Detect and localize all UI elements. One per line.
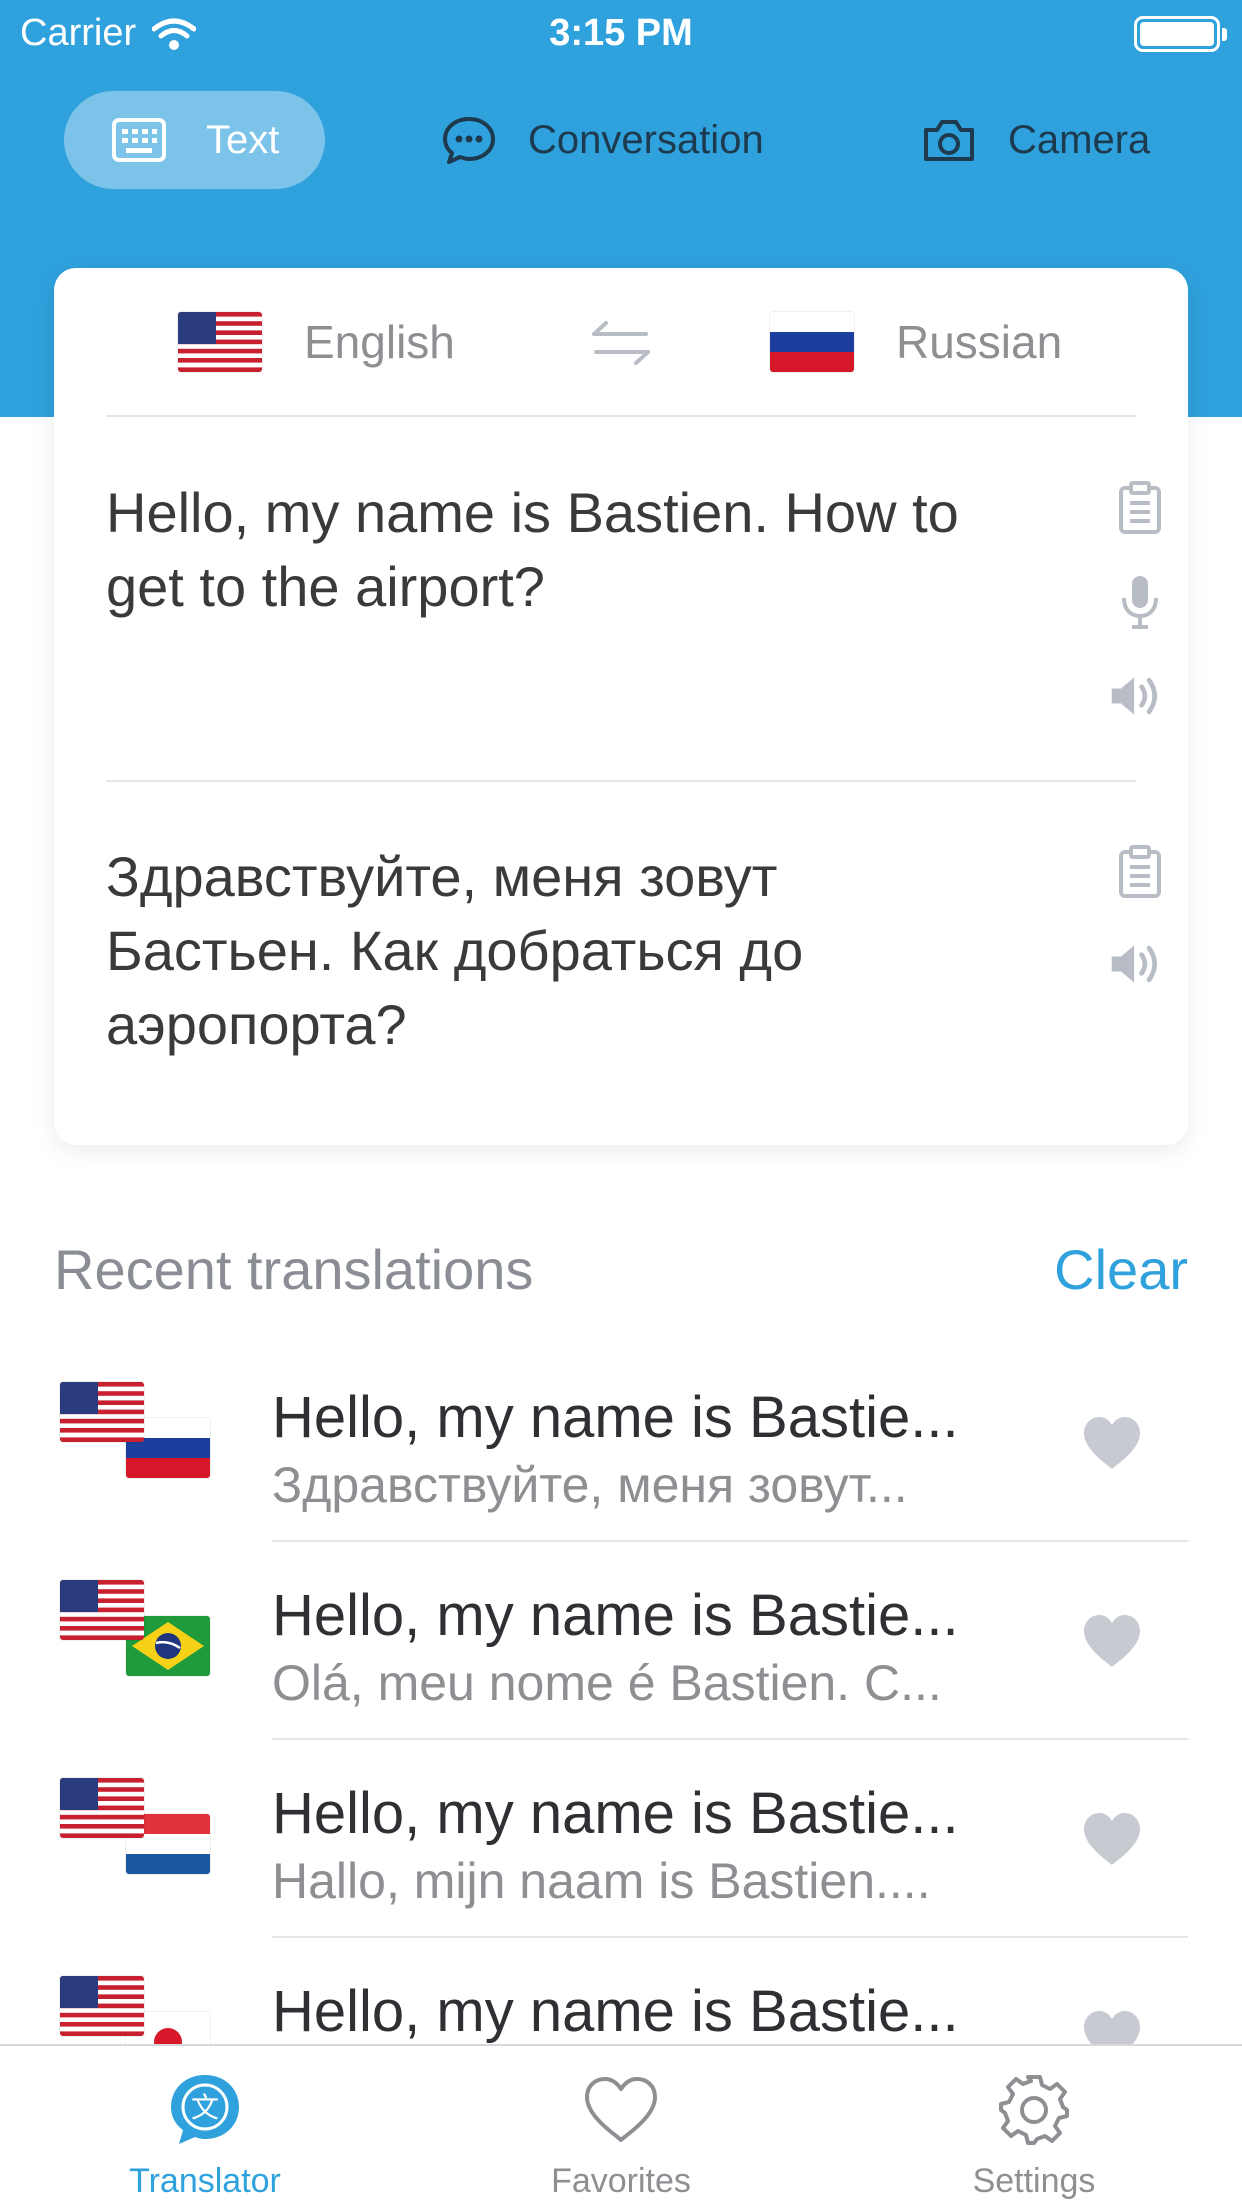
recent-target-text: Olá, meu nome é Bastien. C...	[272, 1655, 942, 1711]
recent-target-text: Здравствуйте, меня зовут...	[272, 1457, 908, 1513]
clipboard-icon[interactable]	[1112, 842, 1168, 902]
recent-item[interactable]: Hello, my name is Bastie... Hallo, mijn …	[0, 1740, 1242, 1938]
recent-translations-title: Recent translations	[54, 1238, 534, 1301]
recent-source-text: Hello, my name is Bastie...	[272, 1979, 959, 2044]
source-language-label: English	[304, 316, 455, 368]
us-flag-icon	[60, 1778, 144, 1838]
us-flag-icon	[60, 1580, 144, 1640]
mode-tab-label: Camera	[1008, 117, 1151, 162]
tab-label: Translator	[129, 2162, 281, 2200]
tab-label: Favorites	[551, 2162, 691, 2200]
recent-source-text: Hello, my name is Bastie...	[272, 1781, 959, 1846]
battery-icon	[1134, 16, 1227, 52]
svg-text:文: 文	[191, 2091, 219, 2124]
translator-card: English Russian Hello, my name is Bastie…	[54, 268, 1188, 1145]
speaker-icon[interactable]	[1108, 934, 1164, 994]
translated-text: Здравствуйте, меня зовут Бастьен. Как до…	[106, 845, 804, 1056]
speaker-icon[interactable]	[1108, 666, 1164, 726]
tab-translator[interactable]: 文 Translator	[55, 2070, 355, 2201]
translate-icon: 文	[165, 2070, 245, 2150]
clipboard-icon[interactable]	[1112, 478, 1168, 538]
mode-tab-text[interactable]: Text	[64, 91, 326, 189]
favorite-heart-icon[interactable]	[1080, 1612, 1144, 1670]
target-language-label: Russian	[896, 316, 1063, 368]
status-time: 3:15 PM	[549, 12, 693, 54]
camera-icon	[920, 115, 978, 165]
ru-flag-icon	[770, 312, 854, 372]
gear-icon	[994, 2070, 1074, 2150]
recent-source-text: Hello, my name is Bastie...	[272, 1583, 959, 1648]
source-language-button[interactable]: English	[178, 312, 455, 372]
tab-settings[interactable]: Settings	[884, 2070, 1184, 2201]
mode-tab-label: Text	[206, 117, 280, 162]
recent-item[interactable]: Hello, my name is Bastie... Здравствуйте…	[0, 1344, 1242, 1542]
mode-tab-camera[interactable]: Camera	[920, 91, 1150, 189]
keyboard-icon	[110, 115, 168, 165]
microphone-icon[interactable]	[1112, 572, 1168, 632]
us-flag-icon	[60, 1976, 144, 2036]
mode-tab-label: Conversation	[528, 117, 764, 162]
status-bar: Carrier 3:15 PM	[0, 0, 1242, 66]
us-flag-icon	[178, 312, 262, 372]
heart-icon	[581, 2070, 661, 2150]
recent-target-text: Hallo, mijn naam is Bastien....	[272, 1853, 931, 1909]
recent-item[interactable]: Hello, my name is Bastie... Olá, meu nom…	[0, 1542, 1242, 1740]
favorite-heart-icon[interactable]	[1080, 1414, 1144, 1472]
us-flag-icon	[60, 1382, 144, 1442]
swap-languages-icon[interactable]	[588, 316, 654, 370]
chat-bubble-icon	[440, 115, 498, 165]
divider	[106, 415, 1136, 417]
tab-bar: 文 Translator Favorites Settings	[0, 2044, 1242, 2208]
target-language-button[interactable]: Russian	[770, 312, 1062, 372]
tab-favorites[interactable]: Favorites	[471, 2070, 771, 2201]
mode-tab-conversation[interactable]: Conversation	[440, 91, 764, 189]
favorite-heart-icon[interactable]	[1080, 1810, 1144, 1868]
source-text-input[interactable]: Hello, my name is Bastien. How to get to…	[106, 476, 1006, 624]
clear-button[interactable]: Clear	[1054, 1237, 1188, 1302]
language-selector: English Russian	[54, 268, 1188, 416]
recent-source-text: Hello, my name is Bastie...	[272, 1385, 959, 1450]
divider	[106, 780, 1136, 782]
tab-label: Settings	[972, 2162, 1096, 2200]
